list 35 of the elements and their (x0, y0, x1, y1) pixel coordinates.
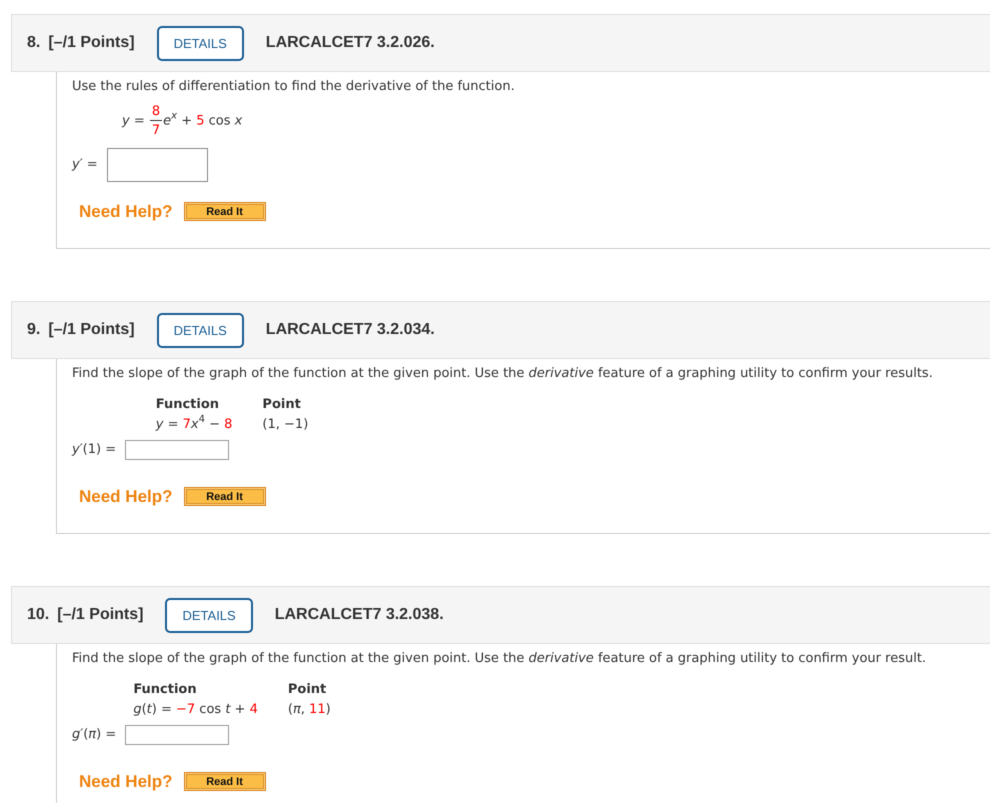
question-prompt: Use the rules of differentiation to find the derivative of the function. (72, 79, 516, 95)
point-coordinates: (π, 11) (288, 702, 331, 718)
question-number: 8. (27, 34, 40, 52)
answer-field[interactable] (125, 725, 230, 745)
column-heading: Point (288, 682, 328, 698)
answer-label: g′(π) = (72, 727, 118, 743)
problem-code: LARCALCET7 3.2.034. (266, 321, 435, 339)
answer-field[interactable] (125, 440, 230, 460)
answer-label: y′(1) = (72, 442, 118, 458)
need-help-label: Need Help? (79, 488, 173, 504)
column-heading: Point (262, 397, 302, 413)
column-heading: Function (156, 397, 220, 413)
question-number: 10. (27, 606, 50, 624)
column-heading: Function (133, 682, 198, 698)
need-help-label: Need Help? (79, 204, 173, 220)
read-it-button[interactable]: Read It (184, 202, 266, 221)
problem-code: LARCALCET7 3.2.026. (266, 34, 435, 52)
function-formula: y = 7x$^{4}$ − 8 (156, 417, 232, 433)
question-number: 9. (27, 321, 40, 339)
points-label: [–/1 Points] (48, 321, 135, 339)
question-prompt: Find the slope of the graph of the function at the given point. Use the derivative feature of a graphing utility to confirm your results. (72, 366, 934, 382)
problem-code: LARCALCET7 3.2.038. (274, 606, 444, 624)
details-button[interactable]: DETAILS (165, 598, 253, 632)
answer-field[interactable] (106, 148, 208, 182)
read-it-button[interactable]: Read It (184, 772, 266, 791)
details-button[interactable]: DETAILS (156, 312, 244, 348)
details-button[interactable]: DETAILS (156, 26, 244, 60)
points-label: [–/1 Points] (57, 606, 144, 624)
question-prompt: Find the slope of the graph of the function at the given point. Use the derivative feature of a graphing utility to confirm your result. (72, 651, 928, 667)
function-formula: g(t) = −7 cos t + 4 (133, 702, 258, 718)
need-help-label: Need Help? (79, 774, 173, 790)
answer-label: y′ = (72, 157, 99, 173)
point-coordinates: (1, −1) (262, 417, 308, 433)
points-label: [–/1 Points] (48, 34, 135, 52)
read-it-button[interactable]: Read It (184, 487, 266, 506)
